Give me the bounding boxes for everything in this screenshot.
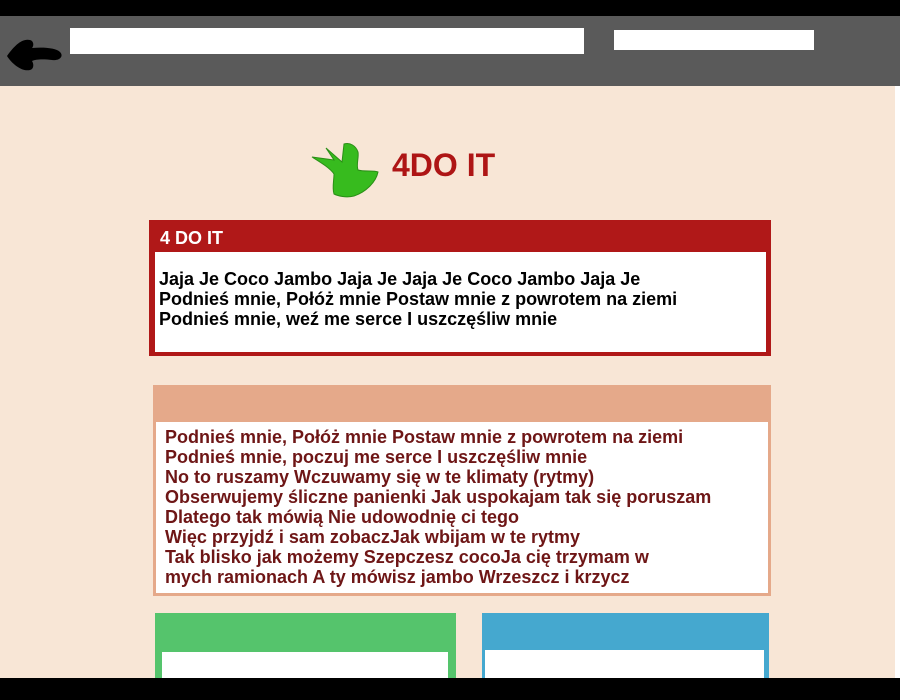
salmon-panel-line: Tak blisko jak możemy Szepczesz cocoJa c… (165, 547, 649, 567)
salmon-panel-line: Więc przyjdź i sam zobaczJak wbijam w te… (165, 527, 580, 547)
site-title: 4DO IT (392, 147, 496, 183)
address-bar[interactable] (70, 28, 584, 54)
browser-toolbar (0, 16, 900, 86)
red-panel-line: Jaja Je Coco Jambo Jaja Je Jaja Je Coco … (159, 269, 641, 289)
salmon-panel-line: No to ruszamy Wczuwamy się w te klimaty … (165, 467, 595, 487)
red-panel-title: 4 DO IT (160, 228, 224, 248)
salmon-panel-line: Podnieś mnie, Połóż mnie Postaw mnie z p… (165, 427, 684, 447)
back-arrow-icon[interactable] (4, 34, 64, 74)
page-edge (895, 86, 900, 678)
bird-logo-icon (311, 143, 379, 198)
red-panel-line: Podnieś mnie, Połóż mnie Postaw mnie z p… (159, 289, 678, 309)
search-input[interactable] (614, 30, 814, 50)
top-strip (0, 0, 900, 16)
bottom-strip (0, 678, 900, 700)
salmon-panel-line: mych ramionach A ty mówisz jambo Wrzeszc… (165, 567, 630, 587)
salmon-panel-line: Podnieś mnie, poczuj me serce I uszczęśl… (165, 447, 588, 467)
salmon-panel-line: Dlatego tak mówią Nie udowodnię ci tego (165, 507, 520, 527)
red-panel-line: Podnieś mnie, weź me serce I uszczęśliw … (159, 309, 558, 329)
salmon-panel-line: Obserwujemy śliczne panienki Jak uspokaj… (165, 487, 712, 507)
